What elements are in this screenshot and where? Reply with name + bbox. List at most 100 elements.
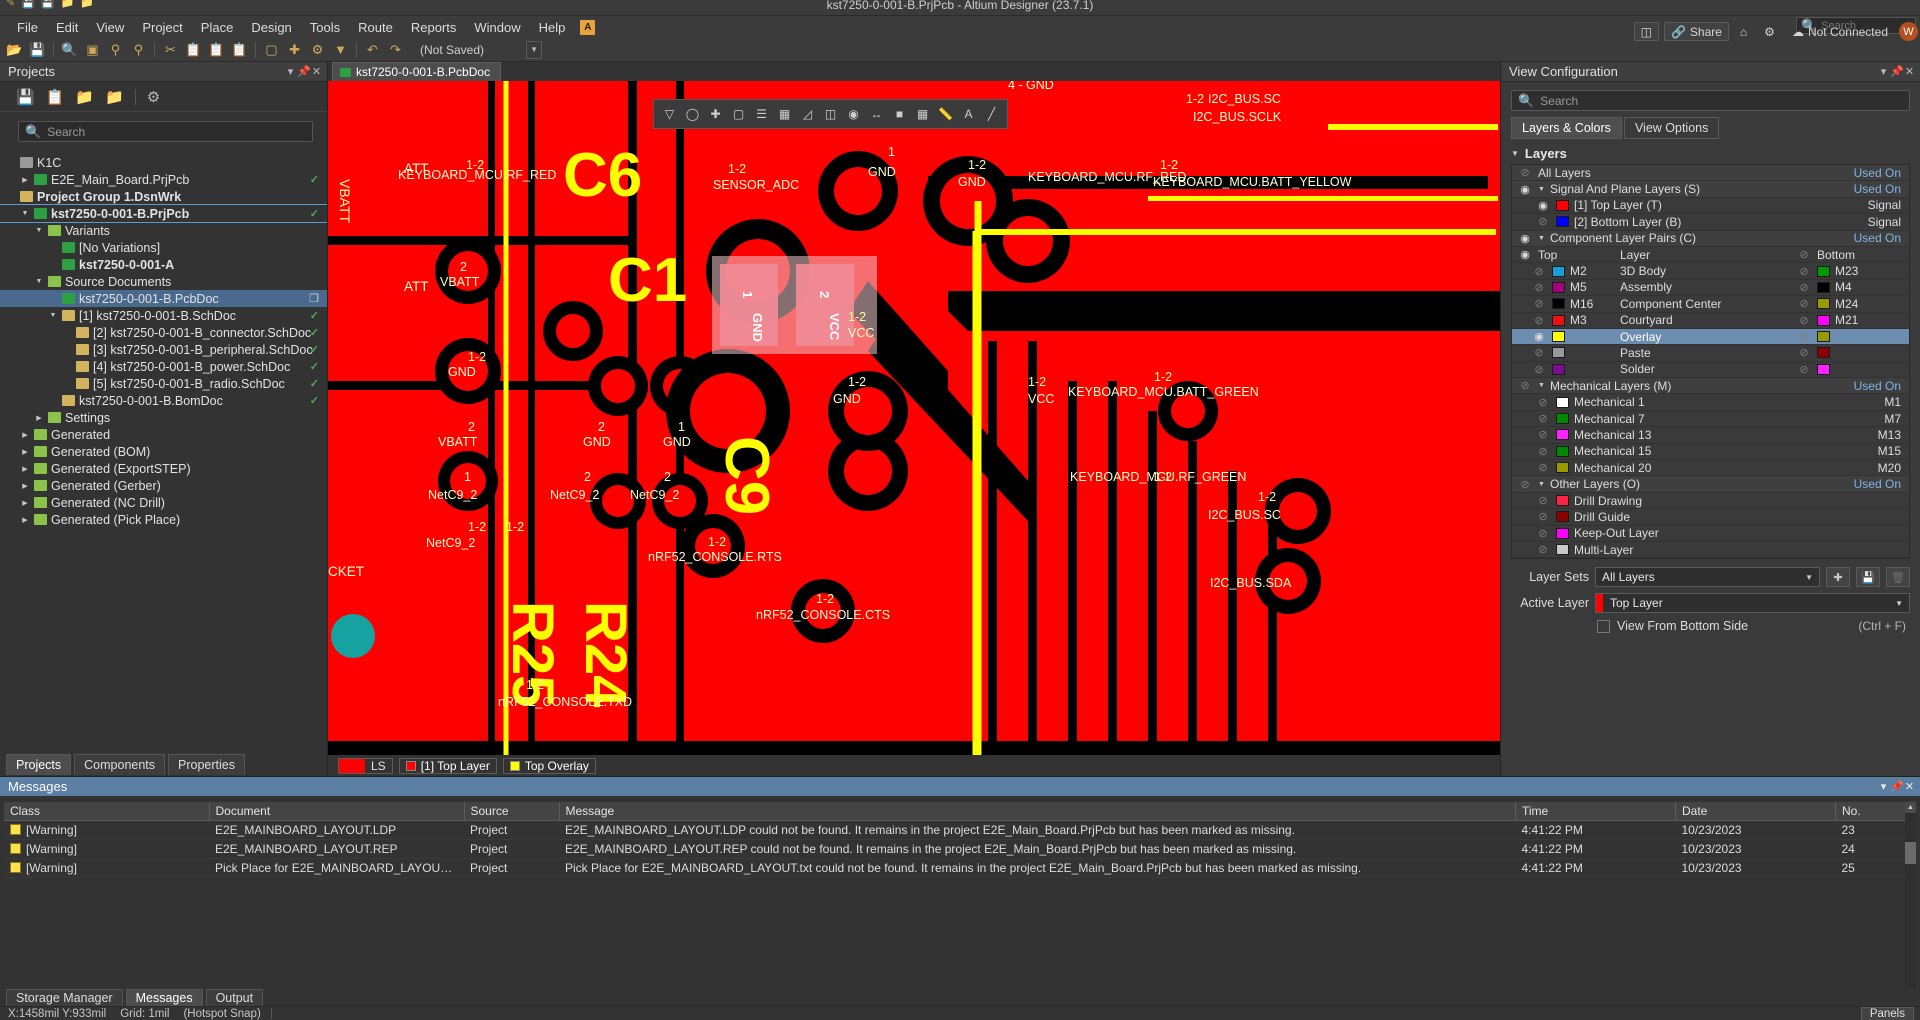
eye-hidden-icon[interactable]: ⊘ (1530, 494, 1556, 507)
layer-color-swatch[interactable] (1552, 281, 1565, 293)
layer-pair-row[interactable]: ⊘ M3 Courtyard ⊘ M21 (1512, 313, 1909, 329)
tab-view-options[interactable]: View Options (1623, 117, 1720, 139)
chevron-right-icon[interactable]: ▶ (20, 176, 30, 184)
tree-item[interactable]: ▶ E2E_Main_Board.PrjPcb ✓ (0, 171, 327, 188)
layer-row[interactable]: ◉ [1] Top Layer (T) Signal (1512, 198, 1909, 215)
column-header-class[interactable]: Class (4, 802, 210, 821)
table-row[interactable]: [Warning] Pick Place for E2E_MAINBOARD_LA… (4, 858, 1916, 878)
eye-hidden-icon[interactable]: ⊘ (1530, 428, 1556, 441)
layer-row[interactable]: ⊘ Keep-Out Layer (1512, 526, 1909, 542)
eye-hidden-icon[interactable]: ⊘ (1530, 527, 1556, 540)
menu-item-project[interactable]: Project (133, 18, 191, 37)
select-area-icon[interactable]: ▢ (261, 40, 282, 60)
paste-icon[interactable]: 📋 (206, 40, 227, 60)
layer-pair-row[interactable]: ⊘ M16 Component Center ⊘ M24 (1512, 296, 1909, 313)
via-icon[interactable]: ◉ (844, 105, 863, 124)
menu-item-design[interactable]: Design (242, 18, 300, 37)
layer-color-swatch[interactable] (1556, 199, 1569, 211)
pcb-canvas[interactable]: C6 C1 C9 R25 R24 VBATT ATT ATT CKET 1-2 … (328, 81, 1500, 755)
text-icon[interactable]: A (959, 105, 978, 124)
layer-group-mechanical[interactable]: ⊘ ▼ Mechanical Layers (M) Used On (1512, 378, 1909, 395)
tree-item[interactable]: Project Group 1.DsnWrk (0, 188, 327, 205)
panel-menu-icon[interactable]: ▾ (1877, 780, 1890, 793)
tab-output[interactable]: Output (205, 988, 264, 1007)
scroll-up-icon[interactable]: ▲ (1905, 802, 1916, 813)
tree-item[interactable]: kst7250-0-001-B.PcbDoc ❐ (0, 290, 327, 307)
tab-layers-and-colors[interactable]: Layers & Colors (1511, 117, 1622, 139)
eye-visible-icon[interactable]: ◉ (1530, 199, 1556, 212)
clear-filter-icon[interactable]: ▼ (330, 40, 351, 60)
layer-color-swatch[interactable] (1817, 265, 1830, 277)
eye-hidden-icon[interactable]: ⊘ (1526, 363, 1552, 376)
layer-color-swatch[interactable] (1817, 314, 1830, 326)
eye-hidden-icon[interactable]: ⊘ (1530, 396, 1556, 409)
move-icon[interactable]: ✚ (284, 40, 305, 60)
layer-color-swatch[interactable] (1556, 413, 1569, 425)
save-layer-set-button[interactable]: 💾 (1856, 567, 1880, 588)
eye-visible-icon[interactable]: ◉ (1512, 248, 1538, 261)
layer-color-swatch[interactable] (1556, 527, 1569, 539)
filter-icon[interactable]: ▽ (660, 105, 679, 124)
layer-color-swatch[interactable] (1552, 265, 1565, 277)
place-track-icon[interactable]: ◯ (683, 105, 702, 124)
layer-group-component-pairs[interactable]: ◉ ▼ Component Layer Pairs (C) Used On (1512, 230, 1909, 247)
layer-color-swatch[interactable] (1552, 314, 1565, 326)
chevron-down-icon[interactable]: ▼ (1538, 235, 1550, 242)
new-document-icon[interactable]: 📂 (4, 40, 25, 60)
eye-hidden-icon[interactable]: ⊘ (1791, 265, 1817, 278)
menu-item-place[interactable]: Place (192, 18, 243, 37)
menu-item-edit[interactable]: Edit (47, 18, 87, 37)
layer-sets-select[interactable]: All Layers ▼ (1595, 567, 1820, 588)
open-panel-button[interactable]: ◫ (1633, 22, 1659, 41)
eye-hidden-icon[interactable]: ⊘ (1791, 363, 1817, 376)
eye-hidden-icon[interactable]: ⊘ (1530, 412, 1556, 425)
tree-item[interactable]: ▶ Generated (NC Drill) (0, 494, 327, 511)
projects-search-input[interactable]: 🔍 Search (18, 121, 313, 142)
room-icon[interactable]: ◫ (821, 105, 840, 124)
layer-pair-row[interactable]: ⊘ M2 3D Body ⊘ M23 (1512, 263, 1909, 280)
tab-components[interactable]: Components (74, 754, 166, 775)
menu-item-route[interactable]: Route (349, 18, 402, 37)
eye-visible-icon[interactable]: ◉ (1526, 330, 1552, 343)
layer-row[interactable]: ⊘ Mechanical 15 M15 (1512, 444, 1909, 461)
tree-item[interactable]: ▶ Generated (Gerber) (0, 477, 327, 494)
layer-color-swatch[interactable] (1552, 363, 1565, 375)
open-project-icon[interactable]: 📁 (75, 88, 94, 106)
panel-pin-icon[interactable]: 📌 (1890, 780, 1904, 793)
column-header-source[interactable]: Source (464, 802, 560, 821)
print-preview-icon[interactable]: 🔍 (59, 40, 80, 60)
layer-row[interactable]: ⊘ Drill Guide (1512, 509, 1909, 526)
layer-pair-row[interactable]: ⊘ Solder ⊘ (1512, 362, 1909, 379)
layer-color-swatch[interactable] (1556, 511, 1569, 523)
tree-item[interactable]: ▶ Generated (Pick Place) (0, 511, 327, 528)
layer-color-swatch[interactable] (1817, 331, 1830, 343)
eye-hidden-icon[interactable]: ⊘ (1530, 215, 1556, 228)
tree-item[interactable]: kst7250-0-001-B.BomDoc ✓ (0, 392, 327, 409)
tree-item[interactable]: [5] kst7250-0-001-B_radio.SchDoc ✓ (0, 375, 327, 392)
cut-icon[interactable]: ✂ (160, 40, 181, 60)
panel-menu-icon[interactable]: ▾ (1877, 65, 1890, 78)
tree-item[interactable]: [3] kst7250-0-001-B_peripheral.SchDoc ✓ (0, 341, 327, 358)
eye-hidden-icon[interactable]: ⊘ (1526, 297, 1552, 310)
tree-item[interactable]: [4] kst7250-0-001-B_power.SchDoc ✓ (0, 358, 327, 375)
layer-group-other[interactable]: ⊘ ▼ Other Layers (O) Used On (1512, 476, 1909, 493)
chevron-down-icon[interactable]: ▼ (34, 278, 44, 285)
net-color-icon[interactable]: ■ (890, 105, 909, 124)
messages-scrollbar[interactable]: ▲ (1905, 802, 1916, 988)
project-options-icon[interactable]: 📁 (105, 88, 124, 106)
chevron-right-icon[interactable]: ▶ (20, 499, 30, 507)
eye-hidden-icon[interactable]: ⊘ (1530, 543, 1556, 556)
layer-color-swatch[interactable] (1556, 495, 1569, 506)
view-from-bottom-checkbox[interactable] (1597, 619, 1610, 633)
layer-row[interactable]: ⊘ Mechanical 7 M7 (1512, 411, 1909, 428)
layer-color-swatch[interactable] (1556, 445, 1569, 457)
redo-icon[interactable]: ↷ (385, 40, 406, 60)
layer-color-swatch[interactable] (1556, 462, 1569, 474)
align-icon[interactable]: ☰ (752, 105, 771, 124)
eye-hidden-icon[interactable]: ⊘ (1791, 281, 1817, 294)
panel-close-icon[interactable]: ✕ (310, 65, 323, 78)
tree-item[interactable]: [No Variations] (0, 239, 327, 256)
panel-pin-icon[interactable]: 📌 (297, 65, 311, 78)
layer-row[interactable]: ⊘ Mechanical 13 M13 (1512, 427, 1909, 444)
zoom-area-icon[interactable]: ▣ (82, 40, 103, 60)
